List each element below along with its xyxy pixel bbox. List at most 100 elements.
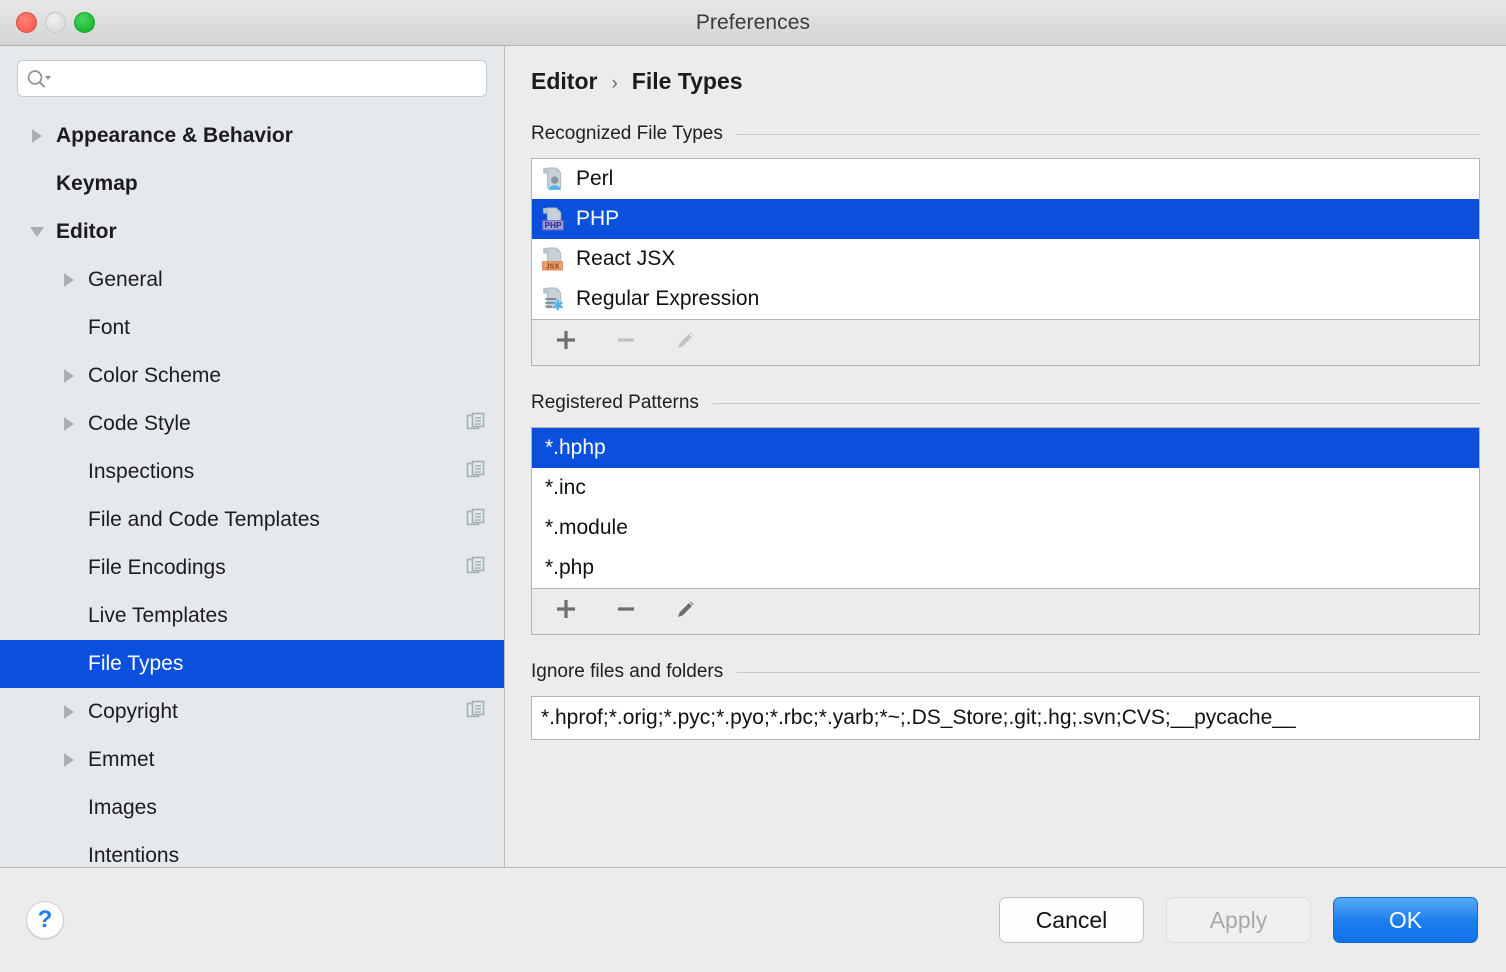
minus-icon: [613, 327, 639, 358]
search-box[interactable]: [17, 60, 487, 97]
recognized-file-types-list[interactable]: Perl PHP PHP JSX React JSX Regular Expre…: [531, 158, 1480, 320]
sidebar-item-appearance-behavior[interactable]: Appearance & Behavior: [0, 112, 504, 160]
sidebar-item-color-scheme[interactable]: Color Scheme: [0, 352, 504, 400]
chevron-right-icon[interactable]: [58, 705, 80, 719]
minus-icon: [613, 596, 639, 627]
sidebar-item-intentions[interactable]: Intentions: [0, 832, 504, 867]
cancel-button[interactable]: Cancel: [999, 897, 1144, 943]
pattern-row[interactable]: *.hphp: [532, 428, 1479, 468]
search-area: [0, 46, 504, 107]
breadcrumb-separator-icon: ›: [611, 73, 617, 95]
pattern-label: *.module: [545, 516, 628, 540]
sidebar-item-label: File Types: [88, 652, 183, 676]
regexp-file-icon: [540, 287, 566, 311]
recognized-file-types-title: Recognized File Types: [531, 123, 723, 145]
chevron-down-icon[interactable]: [26, 227, 48, 237]
ignore-files-title: Ignore files and folders: [531, 661, 723, 683]
sidebar-item-file-encodings[interactable]: File Encodings: [0, 544, 504, 592]
breadcrumb-parent[interactable]: Editor: [531, 68, 597, 95]
pattern-row[interactable]: *.php: [532, 548, 1479, 588]
sidebar-item-keymap[interactable]: Keymap: [0, 160, 504, 208]
pencil-icon: [673, 327, 699, 358]
perl-file-icon: [540, 167, 566, 191]
sidebar-item-label: Font: [88, 316, 130, 340]
chevron-right-icon[interactable]: [58, 273, 80, 287]
file-type-label: PHP: [576, 207, 619, 231]
copy-scope-icon[interactable]: [466, 556, 486, 581]
file-type-row[interactable]: Regular Expression: [532, 279, 1479, 319]
ok-button[interactable]: OK: [1333, 897, 1478, 943]
sidebar-item-label: Live Templates: [88, 604, 228, 628]
breadcrumb: Editor › File Types: [531, 68, 1480, 95]
pattern-row[interactable]: *.inc: [532, 468, 1479, 508]
file-type-row[interactable]: Perl: [532, 159, 1479, 199]
sidebar-item-label: Keymap: [56, 172, 138, 196]
copy-scope-icon[interactable]: [466, 412, 486, 437]
sidebar-item-editor[interactable]: Editor: [0, 208, 504, 256]
sidebar-item-label: Inspections: [88, 460, 194, 484]
svg-text:PHP: PHP: [544, 220, 562, 230]
ignore-files-section: Ignore files and folders: [531, 661, 1480, 740]
header-rule: [737, 672, 1480, 673]
sidebar-item-label: File Encodings: [88, 556, 226, 580]
settings-sidebar: Appearance & Behavior Keymap Editor Gene…: [0, 46, 505, 867]
pattern-label: *.php: [545, 556, 594, 580]
registered-patterns-header: Registered Patterns: [531, 392, 1480, 414]
sidebar-item-label: Images: [88, 796, 157, 820]
header-rule: [737, 134, 1480, 135]
sidebar-item-emmet[interactable]: Emmet: [0, 736, 504, 784]
chevron-right-icon[interactable]: [58, 369, 80, 383]
chevron-right-icon[interactable]: [26, 129, 48, 143]
sidebar-item-file-and-code-templates[interactable]: File and Code Templates: [0, 496, 504, 544]
sidebar-item-file-types[interactable]: File Types: [0, 640, 504, 688]
plus-icon: [553, 596, 579, 627]
settings-tree[interactable]: Appearance & Behavior Keymap Editor Gene…: [0, 107, 504, 867]
chevron-right-icon[interactable]: [58, 753, 80, 767]
pencil-button[interactable]: [664, 594, 708, 630]
file-type-label: Regular Expression: [576, 287, 759, 311]
sidebar-item-code-style[interactable]: Code Style: [0, 400, 504, 448]
copy-scope-icon[interactable]: [466, 460, 486, 485]
ignore-files-field-wrap: [531, 696, 1480, 740]
registered-patterns-list[interactable]: *.hphp *.inc *.module *.php: [531, 427, 1480, 589]
sidebar-item-label: Color Scheme: [88, 364, 221, 388]
dialog-footer: ? Cancel Apply OK: [0, 868, 1506, 972]
breadcrumb-current: File Types: [632, 68, 743, 95]
sidebar-item-copyright[interactable]: Copyright: [0, 688, 504, 736]
sidebar-item-inspections[interactable]: Inspections: [0, 448, 504, 496]
ignore-files-input[interactable]: [531, 696, 1480, 740]
search-input[interactable]: [58, 61, 478, 96]
plus-button[interactable]: [544, 325, 588, 361]
sidebar-item-label: Code Style: [88, 412, 191, 436]
file-type-row[interactable]: JSX React JSX: [532, 239, 1479, 279]
pattern-label: *.hphp: [545, 436, 606, 460]
sidebar-item-general[interactable]: General: [0, 256, 504, 304]
sidebar-item-label: File and Code Templates: [88, 508, 320, 532]
help-button[interactable]: ?: [26, 901, 64, 939]
settings-content: Editor › File Types Recognized File Type…: [505, 46, 1506, 867]
apply-button[interactable]: Apply: [1166, 897, 1311, 943]
sidebar-item-font[interactable]: Font: [0, 304, 504, 352]
copy-scope-icon[interactable]: [466, 508, 486, 533]
file-type-row[interactable]: PHP PHP: [532, 199, 1479, 239]
sidebar-item-label: Copyright: [88, 700, 178, 724]
chevron-right-icon[interactable]: [58, 417, 80, 431]
file-type-label: React JSX: [576, 247, 675, 271]
jsx-file-icon: JSX: [540, 247, 566, 271]
header-rule: [713, 403, 1480, 404]
plus-button[interactable]: [544, 594, 588, 630]
sidebar-item-live-templates[interactable]: Live Templates: [0, 592, 504, 640]
sidebar-item-images[interactable]: Images: [0, 784, 504, 832]
sidebar-item-label: Intentions: [88, 844, 179, 867]
recognized-file-types-header: Recognized File Types: [531, 123, 1480, 145]
minus-button[interactable]: [604, 594, 648, 630]
recognized-file-types-toolbar: [531, 320, 1480, 366]
ignore-files-header: Ignore files and folders: [531, 661, 1480, 683]
sidebar-item-label: Appearance & Behavior: [56, 124, 293, 148]
copy-scope-icon[interactable]: [466, 700, 486, 725]
sidebar-item-label: Emmet: [88, 748, 155, 772]
registered-patterns-title: Registered Patterns: [531, 392, 699, 414]
pattern-row[interactable]: *.module: [532, 508, 1479, 548]
pattern-label: *.inc: [545, 476, 586, 500]
registered-patterns-toolbar: [531, 589, 1480, 635]
